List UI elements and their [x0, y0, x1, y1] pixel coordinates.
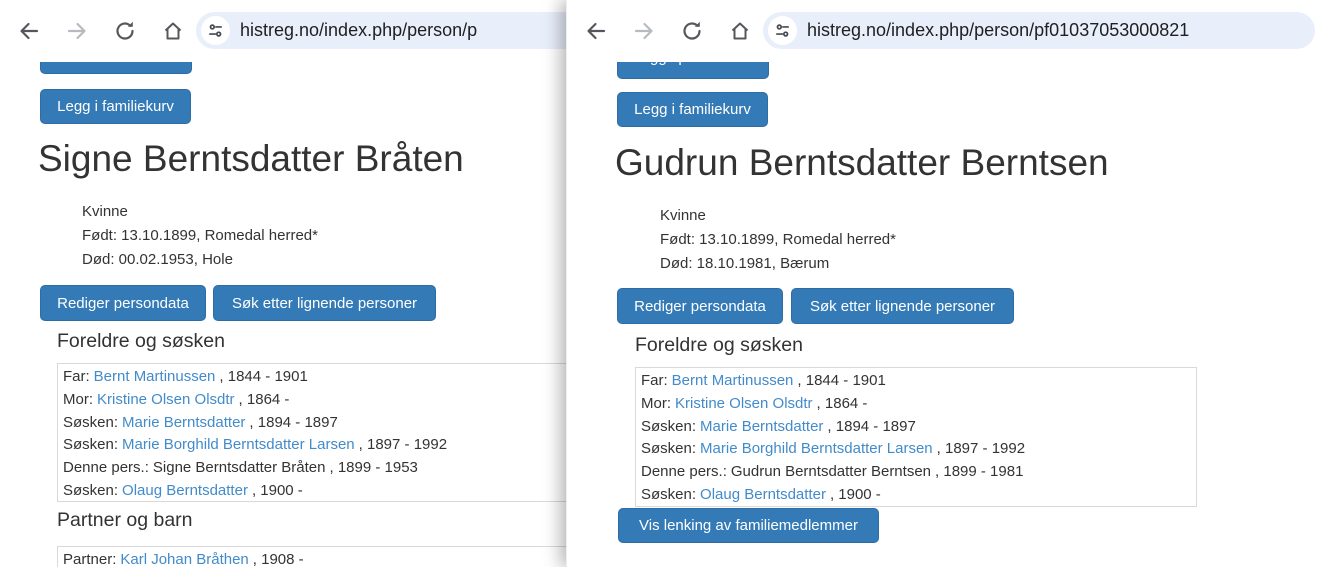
partner-list-box: Partner:Karl Johan Bråthen , 1908 -	[57, 546, 566, 567]
life-dates: , 1864 -	[239, 391, 290, 408]
parents-section-title: Foreldre og søsken	[57, 330, 225, 353]
person-link[interactable]: Bernt Martinussen	[94, 368, 216, 385]
person-link[interactable]: Marie Berntsdatter	[700, 418, 823, 435]
relation-label: Far:	[63, 368, 90, 385]
family-row-current-person: Denne pers.:Signe Berntsdatter Bråten, 1…	[63, 457, 566, 480]
partner-section-title: Partner og barn	[57, 509, 193, 532]
address-bar[interactable]: histreg.no/index.php/person/p	[196, 12, 566, 49]
family-row: Mor:Kristine Olsen Olsdtr, 1864 -	[63, 389, 566, 412]
person-meta: Kvinne Født: 13.10.1899, Romedal herred*…	[82, 200, 318, 272]
person-link[interactable]: Bernt Martinussen	[672, 372, 794, 389]
back-icon[interactable]	[16, 18, 42, 44]
relation-label: Denne pers.:	[641, 463, 727, 480]
back-icon[interactable]	[583, 18, 609, 44]
current-person-name: Signe Berntsdatter Bråten	[153, 459, 326, 476]
sok-lignende-personer-button[interactable]: Søk etter lignende personer	[791, 288, 1014, 324]
life-dates: , 1844 - 1901	[219, 368, 307, 385]
died-line: Død: 18.10.1981, Bærum	[660, 252, 896, 276]
life-dates: , 1864 -	[817, 395, 868, 412]
life-dates: , 1899 - 1981	[935, 463, 1023, 480]
rediger-persondata-button[interactable]: Rediger persondata	[617, 288, 783, 324]
relation-label: Søsken:	[63, 482, 118, 499]
life-dates: , 1908 -	[253, 551, 304, 567]
family-row: Søsken:Marie Borghild Berntsdatter Larse…	[641, 438, 1196, 461]
person-meta: Kvinne Født: 13.10.1899, Romedal herred*…	[660, 204, 896, 276]
life-dates: , 1844 - 1901	[797, 372, 885, 389]
partner-row: Partner:Karl Johan Bråthen , 1908 -	[63, 549, 566, 567]
site-info-icon[interactable]	[768, 16, 797, 45]
person-link[interactable]: Marie Borghild Berntsdatter Larsen	[700, 440, 933, 457]
browser-toolbar: histreg.no/index.php/person/pf0103705300…	[567, 0, 1331, 63]
gender-line: Kvinne	[82, 200, 318, 224]
parents-section-title: Foreldre og søsken	[635, 334, 803, 357]
relation-label: Mor:	[63, 391, 93, 408]
family-row: Mor:Kristine Olsen Olsdtr, 1864 -	[641, 393, 1196, 416]
family-row-current-person: Denne pers.:Gudrun Berntsdatter Berntsen…	[641, 461, 1196, 484]
vis-lenking-familiemedlemmer-button[interactable]: Vis lenking av familiemedlemmer	[618, 508, 879, 543]
person-link[interactable]: Marie Borghild Berntsdatter Larsen	[122, 436, 355, 453]
browser-toolbar: histreg.no/index.php/person/p	[0, 0, 566, 63]
family-list-box: Far:Bernt Martinussen, 1844 - 1901 Mor:K…	[635, 367, 1197, 507]
person-link[interactable]: Kristine Olsen Olsdtr	[97, 391, 235, 408]
rediger-persondata-button[interactable]: Rediger persondata	[40, 285, 206, 321]
legg-i-familiekurv-button[interactable]: Legg i familiekurv	[40, 89, 191, 124]
relation-label: Mor:	[641, 395, 671, 412]
family-list-box: Far:Bernt Martinussen, 1844 - 1901 Mor:K…	[57, 363, 566, 502]
current-person-name: Gudrun Berntsdatter Berntsen	[731, 463, 931, 480]
home-icon[interactable]	[727, 18, 753, 44]
relation-label: Søsken:	[63, 414, 118, 431]
relation-label: Søsken:	[641, 486, 696, 503]
relation-label: Søsken:	[641, 418, 696, 435]
relation-label: Søsken:	[641, 440, 696, 457]
born-line: Født: 13.10.1899, Romedal herred*	[82, 224, 318, 248]
relation-label: Far:	[641, 372, 668, 389]
relation-label: Denne pers.:	[63, 459, 149, 476]
address-bar[interactable]: histreg.no/index.php/person/pf0103705300…	[763, 12, 1315, 49]
person-link[interactable]: Karl Johan Bråthen	[120, 551, 248, 567]
reload-icon[interactable]	[112, 18, 138, 44]
person-link[interactable]: Olaug Berntsdatter	[122, 482, 248, 499]
family-row: Søsken:Marie Berntsdatter, 1894 - 1897	[63, 412, 566, 435]
url-text: histreg.no/index.php/person/pf0103705300…	[807, 20, 1189, 41]
legg-i-familiekurv-button[interactable]: Legg i familiekurv	[617, 92, 768, 127]
relation-label: Søsken:	[63, 436, 118, 453]
gender-line: Kvinne	[660, 204, 896, 228]
person-name-heading: Signe Berntsdatter Bråten	[38, 138, 464, 180]
reload-icon[interactable]	[679, 18, 705, 44]
life-dates: , 1900 -	[830, 486, 881, 503]
life-dates: , 1897 - 1992	[937, 440, 1025, 457]
life-dates: , 1897 - 1992	[359, 436, 447, 453]
button-label: Legg i personkurv	[633, 62, 752, 66]
born-line: Født: 13.10.1899, Romedal herred*	[660, 228, 896, 252]
life-dates: , 1894 - 1897	[827, 418, 915, 435]
legg-i-personkurv-button-clipped[interactable]: Legg i personkurv	[617, 62, 769, 79]
family-row: Søsken:Olaug Berntsdatter, 1900 -	[641, 484, 1196, 507]
family-row: Søsken:Marie Berntsdatter, 1894 - 1897	[641, 416, 1196, 439]
died-line: Død: 00.02.1953, Hole	[82, 248, 318, 272]
person-link[interactable]: Kristine Olsen Olsdtr	[675, 395, 813, 412]
sok-lignende-personer-button[interactable]: Søk etter lignende personer	[213, 285, 436, 321]
family-row: Far:Bernt Martinussen, 1844 - 1901	[63, 366, 566, 389]
web-page: Legg i familiekurv Signe Berntsdatter Br…	[0, 62, 566, 567]
url-text: histreg.no/index.php/person/p	[240, 20, 477, 41]
relation-label: Partner:	[63, 551, 116, 567]
life-dates: , 1900 -	[252, 482, 303, 499]
life-dates: , 1894 - 1897	[249, 414, 337, 431]
family-row: Søsken:Marie Borghild Berntsdatter Larse…	[63, 434, 566, 457]
browser-window-left: histreg.no/index.php/person/p Legg i fam…	[0, 0, 566, 567]
browser-window-right: histreg.no/index.php/person/pf0103705300…	[566, 0, 1331, 567]
person-link[interactable]: Olaug Berntsdatter	[700, 486, 826, 503]
web-page: Legg i personkurv Legg i familiekurv Gud…	[567, 62, 1331, 567]
person-link[interactable]: Marie Berntsdatter	[122, 414, 245, 431]
forward-icon[interactable]	[64, 18, 90, 44]
site-info-icon[interactable]	[201, 16, 230, 45]
person-name-heading: Gudrun Berntsdatter Berntsen	[615, 142, 1109, 184]
family-row: Søsken:Olaug Berntsdatter, 1900 -	[63, 480, 566, 503]
home-icon[interactable]	[160, 18, 186, 44]
family-row: Far:Bernt Martinussen, 1844 - 1901	[641, 370, 1196, 393]
legg-i-personkurv-button-clipped[interactable]	[40, 62, 192, 74]
life-dates: , 1899 - 1953	[330, 459, 418, 476]
forward-icon[interactable]	[631, 18, 657, 44]
